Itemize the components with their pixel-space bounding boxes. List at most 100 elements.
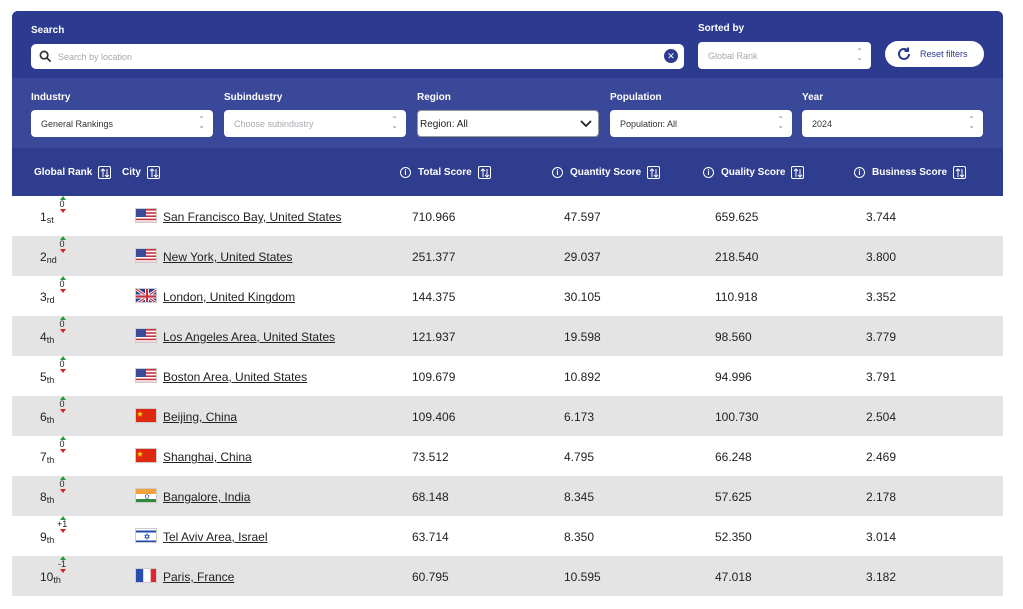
subindustry-select[interactable]: Choose subindustry ⌃ ⌄ [224, 110, 406, 137]
sort-icon[interactable] [791, 166, 805, 179]
flag-us-icon [135, 248, 157, 263]
sort-icon[interactable] [647, 166, 661, 179]
city-link[interactable]: San Francisco Bay, United States [163, 210, 342, 224]
rank-change-value: 0 [59, 239, 65, 249]
rank-suffix: th [46, 455, 55, 465]
flag-in-icon [135, 488, 157, 503]
table-row: 5th 0 Boston Area, United States 109.679 10.… [12, 356, 1003, 396]
city-link[interactable]: New York, United States [163, 250, 292, 264]
sort-icon[interactable] [146, 166, 160, 179]
quality-score: 100.730 [715, 410, 759, 424]
quantity-score: 6.173 [564, 410, 595, 424]
sorted-by-select[interactable]: Global Rank ⌃ ⌄ [698, 42, 871, 69]
rank-change-value: 0 [59, 199, 65, 209]
business-score: 2.178 [866, 490, 897, 504]
sort-icon[interactable] [477, 166, 491, 179]
column-header-quantity-label: Quantity Score [570, 167, 642, 178]
city-link[interactable]: Bangalore, India [163, 490, 250, 504]
industry-select[interactable]: General Rankings ⌃ ⌄ [31, 110, 213, 137]
quantity-score: 29.037 [564, 250, 601, 264]
quality-score: 47.018 [715, 570, 752, 584]
total-score: 710.966 [412, 210, 456, 224]
quantity-score: 8.350 [564, 530, 595, 544]
rankings-table: 1st 0 San Francisco Bay, United States 710.… [12, 196, 1003, 596]
city-link[interactable]: Tel Aviv Area, Israel [163, 530, 268, 544]
rank-number: 3 [40, 290, 47, 304]
quantity-score: 4.795 [564, 450, 595, 464]
city-link[interactable]: Boston Area, United States [163, 370, 307, 384]
population-select[interactable]: Population: All ⌃ ⌄ [610, 110, 792, 137]
year-select[interactable]: 2024 ⌃ ⌄ [802, 110, 983, 137]
total-score: 60.795 [412, 570, 449, 584]
column-header-business[interactable]: i Business Score [854, 166, 967, 179]
rank-change-value: 0 [59, 359, 65, 369]
subindustry-label: Subindustry [224, 92, 283, 103]
city-link[interactable]: Shanghai, China [163, 450, 252, 464]
flag-cn-icon [135, 448, 157, 463]
reset-filters-button[interactable]: Reset filters [885, 41, 984, 67]
column-header-quality[interactable]: i Quality Score [703, 166, 805, 179]
business-score: 3.182 [866, 570, 897, 584]
table-row: 2nd 0 New York, United States 251.377 29.037… [12, 236, 1003, 276]
search-placeholder: Search by location [58, 52, 133, 62]
city-link[interactable]: London, United Kingdom [163, 290, 295, 304]
search-input[interactable]: Search by location ✕ [31, 44, 684, 69]
region-select[interactable]: Region: All [417, 110, 599, 137]
rank-change-indicator: 0 [57, 436, 69, 454]
year-value: 2024 [812, 119, 833, 129]
search-icon [39, 50, 52, 63]
population-label: Population [610, 92, 662, 103]
table-row: 9th +1 Tel Aviv Area, Israel 63.714 8.350 52.… [12, 516, 1003, 556]
business-score: 3.791 [866, 370, 897, 384]
city-link[interactable]: Paris, France [163, 570, 234, 584]
info-icon[interactable]: i [854, 167, 865, 178]
arrow-down-icon [60, 449, 66, 453]
arrow-down-icon [60, 369, 66, 373]
flag-us-icon [135, 368, 157, 383]
rank-change-indicator: 0 [57, 236, 69, 254]
column-header-total[interactable]: i Total Score [400, 166, 491, 179]
rank-number: 9 [40, 530, 47, 544]
info-icon[interactable]: i [703, 167, 714, 178]
total-score: 121.937 [412, 330, 456, 344]
region-value: Region: All [420, 119, 468, 130]
arrow-down-icon [60, 489, 66, 493]
table-row: 1st 0 San Francisco Bay, United States 710.… [12, 196, 1003, 236]
rank-change-value: 0 [59, 479, 65, 489]
clear-search-icon[interactable]: ✕ [664, 49, 678, 63]
quantity-score: 19.598 [564, 330, 601, 344]
arrow-down-icon [60, 569, 66, 573]
column-header-city[interactable]: City [122, 166, 160, 179]
table-row: 6th 0 Beijing, China 109.406 6.173 100.730 2.5… [12, 396, 1003, 436]
quality-score: 94.996 [715, 370, 752, 384]
rank-change-indicator: 0 [57, 476, 69, 494]
region-label: Region [417, 92, 451, 103]
rank-value: 6th [40, 410, 54, 425]
column-header-rank[interactable]: Global Rank [34, 166, 112, 179]
rank-change-value: 0 [59, 319, 65, 329]
rank-change-indicator: -1 [57, 556, 69, 574]
info-icon[interactable]: i [400, 167, 411, 178]
refresh-icon [898, 47, 910, 60]
rank-suffix: th [46, 495, 55, 505]
arrow-down-icon [60, 209, 66, 213]
info-icon[interactable]: i [552, 167, 563, 178]
rank-suffix: st [46, 215, 54, 225]
rank-change-indicator: 0 [57, 356, 69, 374]
updown-chevron-icon: ⌃ ⌄ [198, 115, 205, 130]
rank-change-value: 0 [59, 439, 65, 449]
column-header-quantity[interactable]: i Quantity Score [552, 166, 661, 179]
total-score: 68.148 [412, 490, 449, 504]
filters-row: Industry General Rankings ⌃ ⌄ Subindustry… [12, 78, 1003, 148]
quantity-score: 47.597 [564, 210, 601, 224]
updown-chevron-icon: ⌃ ⌄ [391, 115, 398, 130]
city-link[interactable]: Los Angeles Area, United States [163, 330, 335, 344]
search-row: Search Search by location ✕ Sorted by Gl… [12, 11, 1003, 78]
sort-icon[interactable] [98, 166, 112, 179]
sort-icon[interactable] [953, 166, 967, 179]
rank-change-indicator: 0 [57, 396, 69, 414]
rank-suffix: th [46, 415, 55, 425]
city-link[interactable]: Beijing, China [163, 410, 237, 424]
year-label: Year [802, 92, 824, 103]
rank-change-indicator: 0 [57, 276, 69, 294]
